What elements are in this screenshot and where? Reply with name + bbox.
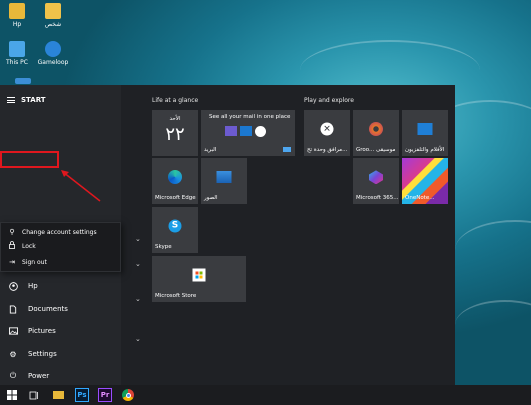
mail-app-icons [225, 126, 266, 137]
file-explorer-icon[interactable] [51, 388, 65, 402]
calendar-tile[interactable]: الأحد ٢٢ [152, 110, 198, 156]
task-view-icon[interactable] [27, 388, 41, 402]
rail-item-power[interactable]: ⏻ Power [0, 365, 121, 387]
wave-decoration [455, 220, 531, 280]
lock-icon [8, 241, 16, 251]
skype-tile-label: Skype [155, 244, 172, 250]
movies-tile[interactable]: الأفلام والتلفزيون [402, 110, 448, 156]
store-tile[interactable]: Microsoft Store [152, 256, 246, 302]
section-life-at-a-glance: Life at a glance [152, 97, 199, 104]
change-account-settings-item[interactable]: ⚲ Change account settings [1, 225, 120, 239]
start-title: START [21, 96, 46, 104]
photos-tile[interactable]: الصور [201, 158, 247, 204]
movies-tile-label: الأفلام والتلفزيون [405, 147, 445, 153]
gear-icon: ⚙ [9, 349, 17, 359]
google-icon [255, 126, 266, 137]
onenote-tile-label: OneNote... [405, 195, 435, 201]
mail-tile[interactable]: See all your mail in one place البريد [201, 110, 295, 156]
gameloop-icon [45, 41, 61, 57]
chevron-down-icon[interactable]: ⌄ [135, 235, 141, 243]
office-icon [369, 170, 383, 185]
desktop-icon-user-folder[interactable]: شخص [36, 3, 70, 28]
sign-out-item[interactable]: ⇥ Sign out [1, 255, 120, 269]
rail-item-label: Documents [28, 305, 68, 313]
taskbar: Ps Pr [0, 385, 531, 405]
document-icon [8, 304, 18, 314]
section-play-and-explore: Play and explore [304, 97, 354, 104]
rail-item-settings[interactable]: ⚙ Settings [0, 343, 121, 365]
rail-item-documents[interactable]: Documents [0, 298, 121, 320]
photos-icon [216, 171, 232, 184]
calendar-day-number: ٢٢ [165, 124, 185, 145]
onenote-tile[interactable]: OneNote... [402, 158, 448, 204]
desktop-icon-hp[interactable]: Hp [0, 3, 34, 28]
premiere-icon[interactable]: Pr [98, 388, 112, 402]
power-icon: ⏻ [9, 371, 17, 380]
lock-item[interactable]: Lock [1, 239, 120, 253]
chevron-down-icon[interactable]: ⌄ [135, 335, 141, 343]
rail-item-label: Pictures [28, 327, 56, 335]
start-menu: START Hp Documents Pictures ⚙ Settings ⏻ [0, 85, 455, 385]
hamburger-icon[interactable] [7, 97, 15, 103]
outlook-icon [240, 126, 252, 136]
office-tile[interactable]: Microsoft 365... [353, 158, 399, 204]
desktop-icon-gameloop[interactable]: Gameloop [36, 41, 70, 66]
skype-icon: S [168, 219, 182, 233]
mail-envelope-icon [225, 126, 237, 136]
groove-tile[interactable]: Groo... موسيقى [353, 110, 399, 156]
rail-item-label: Settings [28, 350, 57, 358]
xbox-icon: ✕ [320, 122, 334, 136]
desktop-icon-label: This PC [6, 59, 28, 66]
desktop-icon-label: Hp [12, 21, 22, 28]
sign-out-label: Sign out [22, 258, 47, 266]
pictures-icon [8, 326, 18, 336]
chevron-down-icon[interactable]: ⌄ [135, 260, 141, 268]
mail-tile-text: See all your mail in one place [209, 114, 291, 120]
chevron-down-icon[interactable]: ⌄ [135, 295, 141, 303]
windows-logo-icon [7, 390, 17, 400]
annotation-arrow [61, 170, 101, 202]
movies-tv-icon [417, 123, 433, 136]
app-icon [15, 78, 31, 84]
rail-item-user[interactable]: Hp [0, 275, 121, 297]
groove-tile-label: Groo... موسيقى [356, 147, 396, 153]
rail-item-label: Power [28, 372, 50, 380]
rail-item-label: Hp [28, 282, 38, 290]
office-tile-label: Microsoft 365... [356, 195, 399, 201]
lock-highlight-box [0, 151, 59, 168]
account-flyout: ⚲ Change account settings Lock ⇥ Sign ou… [0, 222, 121, 272]
store-icon [192, 268, 206, 282]
folder-icon [9, 3, 25, 19]
user-icon [8, 281, 18, 291]
mail-envelope-icon [283, 147, 291, 152]
xbox-tile[interactable]: ✕ مرافق وحدة تح... [304, 110, 350, 156]
computer-icon [9, 41, 25, 57]
start-header[interactable]: START [7, 96, 46, 104]
edge-tile-label: Microsoft Edge [155, 195, 196, 201]
photoshop-icon[interactable]: Ps [75, 388, 89, 402]
rail-item-pictures[interactable]: Pictures [0, 320, 121, 342]
chrome-icon[interactable] [121, 388, 135, 402]
skype-tile[interactable]: S Skype [152, 207, 198, 253]
desktop-icon-label: Gameloop [37, 59, 69, 66]
change-account-label: Change account settings [22, 228, 97, 236]
groove-music-icon [369, 122, 383, 137]
mail-tile-label: البريد [204, 147, 217, 153]
start-button[interactable] [5, 388, 19, 402]
xbox-tile-label: مرافق وحدة تح... [307, 147, 348, 153]
desktop-icon-this-pc[interactable]: This PC [0, 41, 34, 66]
store-tile-label: Microsoft Store [155, 293, 197, 299]
calendar-day-name: الأحد [169, 116, 181, 122]
user-folder-icon [45, 3, 61, 19]
user-settings-icon: ⚲ [9, 228, 15, 236]
sign-out-icon: ⇥ [9, 258, 15, 266]
edge-tile[interactable]: Microsoft Edge [152, 158, 198, 204]
photos-tile-label: الصور [204, 195, 218, 201]
desktop-icon-label: شخص [44, 21, 62, 28]
edge-icon [168, 170, 182, 185]
lock-label: Lock [22, 242, 36, 250]
wave-decoration [455, 300, 531, 350]
